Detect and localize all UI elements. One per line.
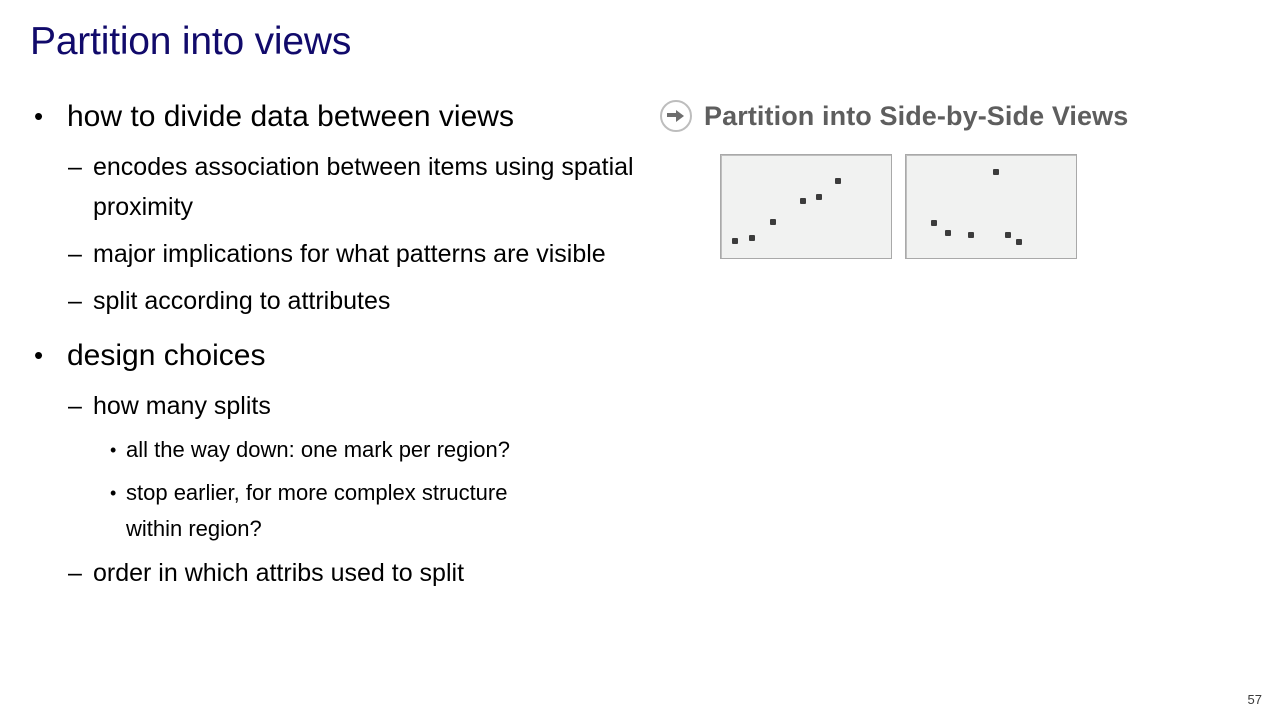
bullet-level2: – major implications for what patterns a… xyxy=(68,234,650,274)
right-scatter-panel xyxy=(905,154,1077,259)
bullet-text: how to divide data between views xyxy=(67,92,514,141)
scatter-mark xyxy=(945,230,951,236)
scatter-mark xyxy=(749,235,755,241)
left-scatter-panel xyxy=(720,154,892,259)
scatter-mark xyxy=(835,178,841,184)
bullet-marker-dot: • xyxy=(34,92,67,141)
figure-title: Partition into Side-by-Side Views xyxy=(704,101,1128,132)
bullet-text: design choices xyxy=(67,331,265,380)
slide: Partition into views • how to divide dat… xyxy=(0,0,1280,720)
bullet-text: encodes association between items using … xyxy=(93,147,638,227)
bullet-level1: • how to divide data between views xyxy=(34,92,650,141)
bullet-text: how many splits xyxy=(93,386,271,426)
scatter-mark xyxy=(732,238,738,244)
bullet-text: all the way down: one mark per region? xyxy=(126,432,510,468)
scatter-mark xyxy=(1005,232,1011,238)
scatter-mark xyxy=(993,169,999,175)
circled-right-arrow-icon xyxy=(660,100,692,132)
scatter-mark xyxy=(816,194,822,200)
bullet-level2: – how many splits xyxy=(68,386,650,426)
bullet-level2: – split according to attributes xyxy=(68,281,650,321)
scatter-mark xyxy=(968,232,974,238)
page-number: 57 xyxy=(1248,692,1262,707)
page-title: Partition into views xyxy=(30,18,351,66)
scatter-mark xyxy=(931,220,937,226)
bullet-marker-dash: – xyxy=(68,147,93,187)
bullet-marker-dash: – xyxy=(68,234,93,274)
bullet-level3: • all the way down: one mark per region? xyxy=(110,432,650,468)
bullet-level2-clipped: – order in which attribs used to split xyxy=(68,553,650,593)
scatter-mark xyxy=(770,219,776,225)
bullet-text: split according to attributes xyxy=(93,281,390,321)
scatter-mark xyxy=(1016,239,1022,245)
bullet-text: stop earlier, for more complex structure… xyxy=(126,475,566,547)
bullet-marker-dot: • xyxy=(34,331,67,380)
figure-header: Partition into Side-by-Side Views xyxy=(660,96,1128,136)
bullet-marker-dash: – xyxy=(68,281,93,321)
bullet-level2: – encodes association between items usin… xyxy=(68,147,650,227)
bullet-list: • how to divide data between views – enc… xyxy=(30,92,650,593)
bullet-marker-dash: – xyxy=(68,553,93,593)
bullet-marker-dash: – xyxy=(68,386,93,426)
bullet-text: order in which attribs used to split xyxy=(93,553,464,593)
bullet-marker-dot: • xyxy=(110,475,126,511)
bullet-level3: • stop earlier, for more complex structu… xyxy=(110,475,650,547)
scatter-mark xyxy=(800,198,806,204)
side-by-side-views-figure: Partition into Side-by-Side Views xyxy=(660,96,1260,276)
bullet-text: major implications for what patterns are… xyxy=(93,234,606,274)
bullet-marker-dot: • xyxy=(110,432,126,468)
bullet-level1: • design choices xyxy=(34,331,650,380)
